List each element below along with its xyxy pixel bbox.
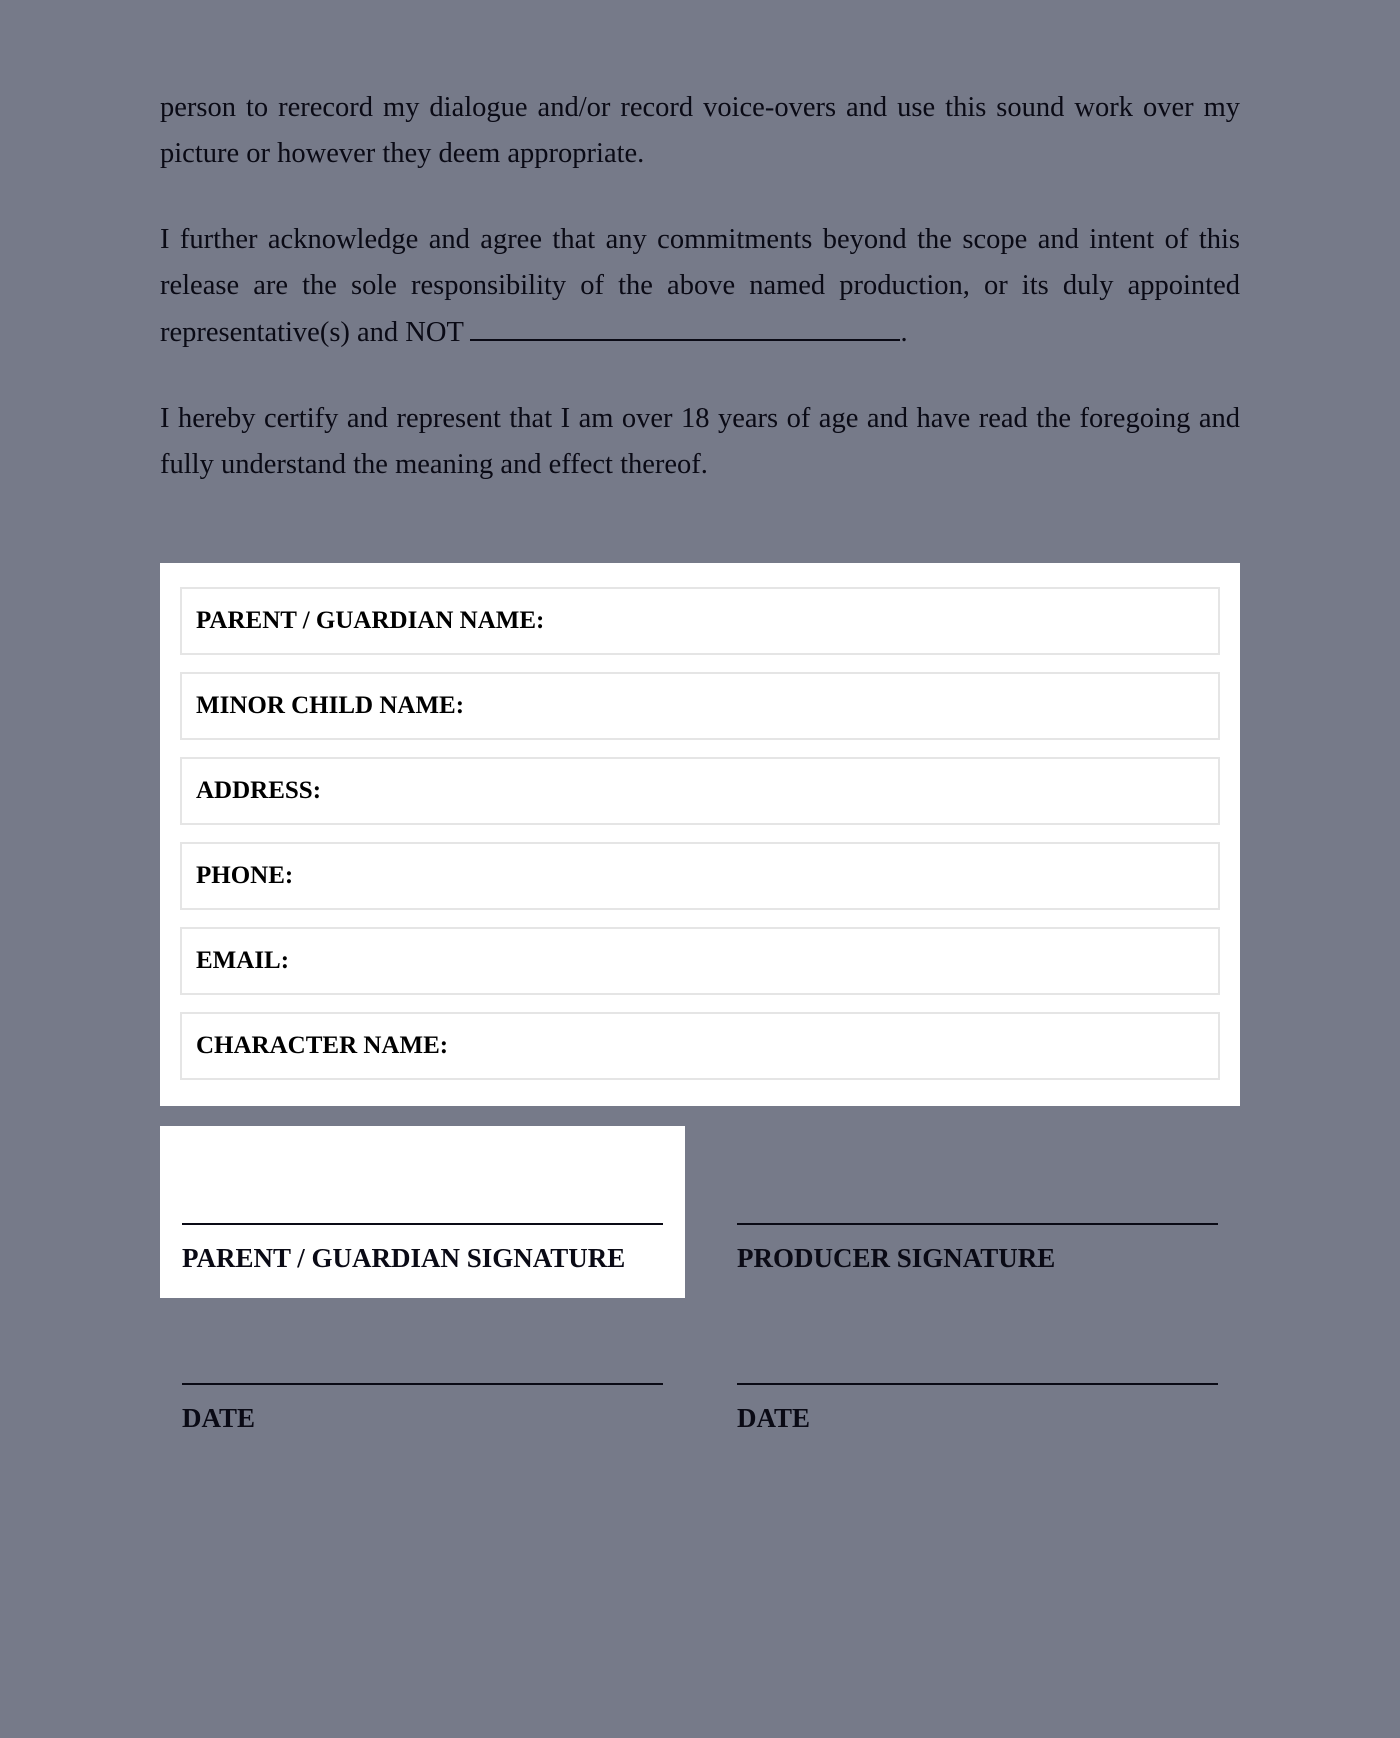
signature-row-2: DATE DATE [160, 1298, 1240, 1454]
field-email[interactable]: EMAIL: [180, 927, 1220, 995]
paragraph-2: I further acknowledge and agree that any… [160, 217, 1240, 355]
field-phone[interactable]: PHONE: [180, 842, 1220, 910]
field-parent-guardian-name[interactable]: PARENT / GUARDIAN NAME: [180, 587, 1220, 655]
parent-date-block: DATE [160, 1298, 685, 1454]
producer-date-label: DATE [737, 1403, 1218, 1434]
field-address[interactable]: ADDRESS: [180, 757, 1220, 825]
field-character-name[interactable]: CHARACTER NAME: [180, 1012, 1220, 1080]
parent-date-label: DATE [182, 1403, 663, 1434]
parent-signature-line[interactable] [182, 1223, 663, 1225]
parent-signature-block: PARENT / GUARDIAN SIGNATURE [160, 1126, 685, 1298]
paragraph-2-post: . [900, 317, 907, 348]
producer-date-block: DATE [715, 1298, 1240, 1454]
paragraph-1: person to rerecord my dialogue and/or re… [160, 85, 1240, 177]
blank-fill-line[interactable] [470, 339, 900, 341]
producer-signature-line[interactable] [737, 1223, 1218, 1225]
paragraph-2-pre: I further acknowledge and agree that any… [160, 224, 1240, 347]
producer-signature-block: PRODUCER SIGNATURE [715, 1126, 1240, 1298]
paragraph-3: I hereby certify and represent that I am… [160, 396, 1240, 488]
form-box: PARENT / GUARDIAN NAME: MINOR CHILD NAME… [160, 563, 1240, 1106]
producer-signature-label: PRODUCER SIGNATURE [737, 1243, 1218, 1274]
signature-row-1: PARENT / GUARDIAN SIGNATURE PRODUCER SIG… [160, 1126, 1240, 1298]
field-minor-child-name[interactable]: MINOR CHILD NAME: [180, 672, 1220, 740]
parent-signature-label: PARENT / GUARDIAN SIGNATURE [182, 1243, 663, 1274]
producer-date-line[interactable] [737, 1383, 1218, 1385]
parent-date-line[interactable] [182, 1383, 663, 1385]
